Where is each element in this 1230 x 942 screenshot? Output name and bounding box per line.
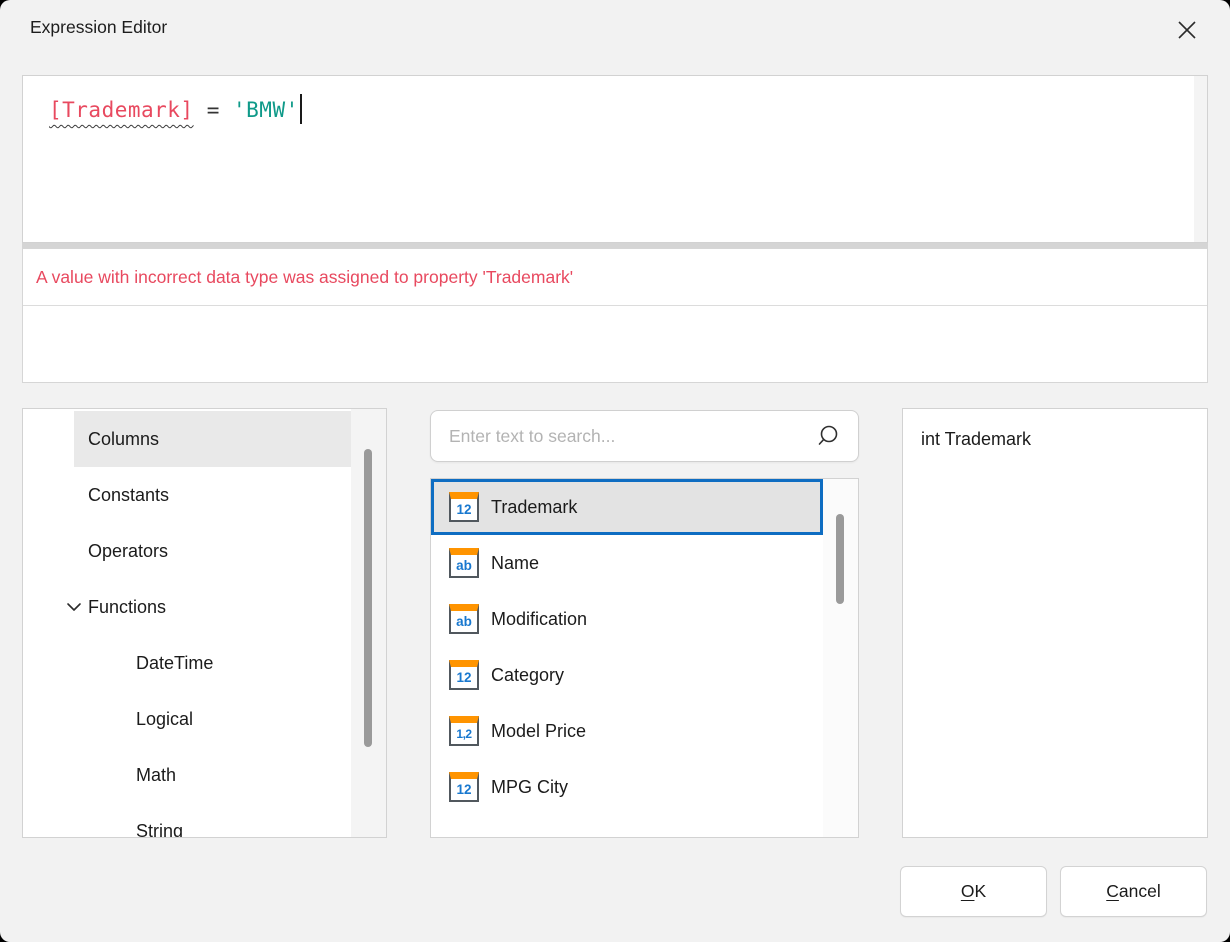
expression-operator-token: =: [194, 98, 233, 122]
string-field-icon: ab: [449, 604, 479, 634]
integer-field-icon: 12: [449, 660, 479, 690]
selected-item-description: int Trademark: [921, 429, 1031, 450]
validation-empty-area: [23, 306, 1207, 382]
selected-item-description-panel: int Trademark: [902, 408, 1208, 838]
close-icon: [1175, 18, 1199, 42]
list-item-category[interactable]: 12 Category: [431, 647, 823, 703]
expression-editor-dialog: Expression Editor [Trademark] = 'BMW' A …: [0, 0, 1230, 942]
search-box: [430, 410, 859, 462]
columns-list-scrollbar-thumb[interactable]: [836, 514, 844, 604]
cancel-button[interactable]: Cancel: [1060, 866, 1207, 917]
integer-field-icon: 12: [449, 772, 479, 802]
validation-panel: A value with incorrect data type was ass…: [22, 248, 1208, 383]
list-item-model-price[interactable]: 1,2 Model Price: [431, 703, 823, 759]
tree-item-logical[interactable]: Logical: [23, 691, 386, 747]
expression-column-token: [Trademark]: [49, 98, 194, 122]
list-item-name[interactable]: ab Name: [431, 535, 823, 591]
tree-item-operators[interactable]: Operators: [23, 523, 386, 579]
category-tree: Columns Constants Operators Functions Da…: [22, 408, 387, 838]
expression-text: [Trademark] = 'BMW': [49, 98, 302, 124]
tree-item-math[interactable]: Math: [23, 747, 386, 803]
tree-item-functions[interactable]: Functions: [23, 579, 386, 635]
dialog-title: Expression Editor: [30, 17, 167, 38]
tree-item-columns[interactable]: Columns: [23, 411, 386, 467]
decimal-field-icon: 1,2: [449, 716, 479, 746]
tree-item-string[interactable]: String: [23, 803, 386, 838]
tree-item-constants[interactable]: Constants: [23, 467, 386, 523]
close-button[interactable]: [1170, 13, 1204, 47]
validation-message: A value with incorrect data type was ass…: [23, 249, 1207, 306]
list-item-modification[interactable]: ab Modification: [431, 591, 823, 647]
expression-value-token: 'BMW': [233, 98, 299, 122]
integer-field-icon: 12: [449, 492, 479, 522]
list-item-mpg-city[interactable]: 12 MPG City: [431, 759, 823, 815]
ok-button[interactable]: OK: [900, 866, 1047, 917]
string-field-icon: ab: [449, 548, 479, 578]
text-cursor: [300, 94, 302, 124]
columns-list: 12 Trademark ab Name ab Modification 12 …: [430, 478, 859, 838]
search-input[interactable]: [431, 411, 858, 461]
expression-input-area[interactable]: [Trademark] = 'BMW': [22, 75, 1208, 243]
list-item-trademark[interactable]: 12 Trademark: [431, 479, 823, 535]
tree-item-datetime[interactable]: DateTime: [23, 635, 386, 691]
search-icon[interactable]: [814, 422, 842, 450]
chevron-down-icon[interactable]: [63, 596, 85, 618]
expression-scrollbar-track[interactable]: [1194, 76, 1207, 242]
